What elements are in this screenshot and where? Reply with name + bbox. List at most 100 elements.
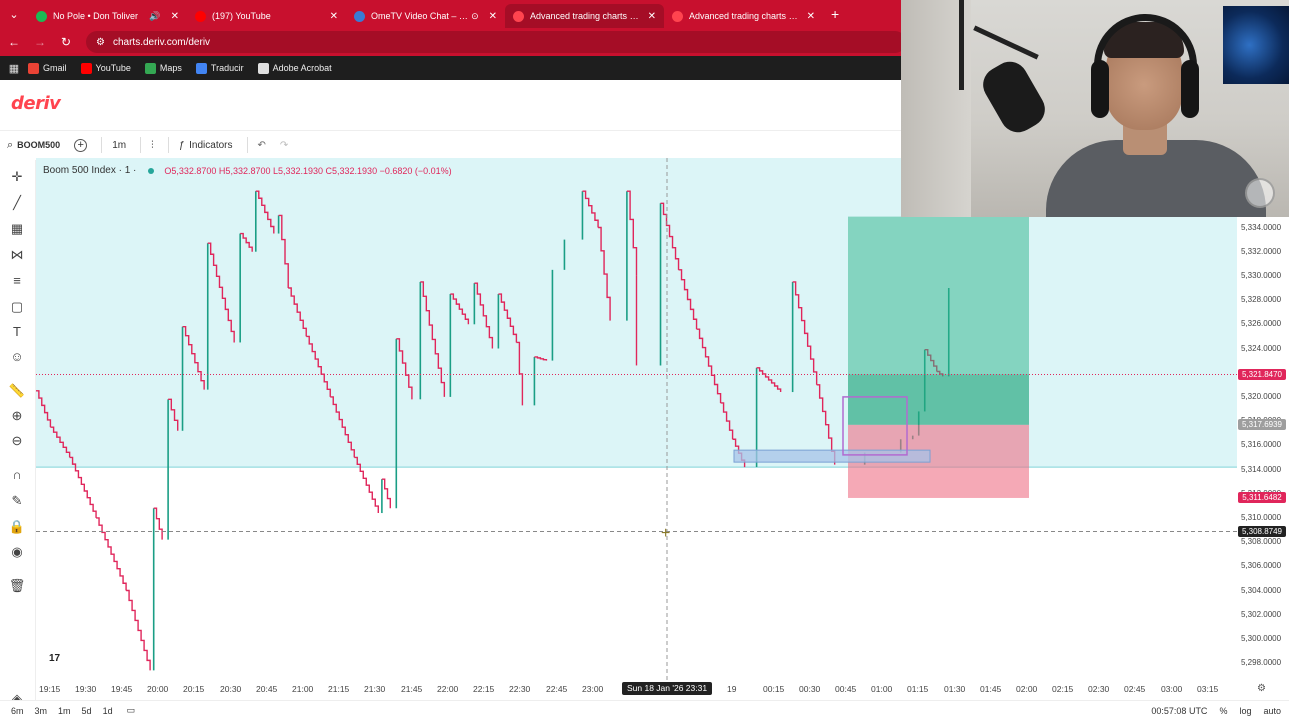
scale-option[interactable]: log — [1239, 706, 1251, 716]
lock-icon[interactable]: 🔒 — [8, 518, 26, 536]
time-tick-label: 21:00 — [292, 684, 314, 694]
price-tick-label: 5,328.0000 — [1241, 295, 1282, 305]
crosshair-tool-icon[interactable]: ✛ — [8, 168, 26, 186]
price-tick-label: 5,306.0000 — [1241, 561, 1282, 571]
time-tick-label: 23:00 — [582, 684, 604, 694]
time-tick-label: 21:15 — [328, 684, 350, 694]
price-tick-label: 5,302.0000 — [1241, 609, 1282, 619]
price-tick-label: 5,316.0000 — [1241, 440, 1282, 450]
headphone-right — [1181, 60, 1199, 118]
webcam-badge-icon — [1245, 178, 1275, 208]
time-tick-label: 03:15 — [1197, 684, 1219, 694]
time-tick-label: 02:30 — [1088, 684, 1110, 694]
price-axis[interactable]: 5,334.0000 5,332.0000 5,330.0000 5,328.0000… — [1237, 218, 1289, 678]
clock-label: 00:57:08 UTC — [1151, 705, 1208, 716]
forecast-tool-icon[interactable]: ≡ — [8, 272, 26, 290]
crosshair-cursor-icon: + — [661, 525, 670, 542]
crosshair-time-badge: Sun 18 Jan '26 23:31 — [622, 682, 713, 695]
price-tick-label: 5,324.0000 — [1241, 343, 1282, 353]
zoom-in-icon[interactable]: ⊕ — [8, 407, 26, 425]
webcam-microphone — [976, 55, 1052, 139]
tradingview-logo-icon: 17 — [49, 653, 61, 664]
pattern-tool-icon[interactable]: ⋈ — [8, 246, 26, 264]
time-tick-label: 20:00 — [147, 684, 169, 694]
ruler-tool-icon[interactable]: 📏 — [8, 382, 26, 400]
headphone-left — [1091, 60, 1109, 118]
time-tick-label: 00:45 — [835, 684, 857, 694]
drawing-toolbar: ✛ ╱ ▦ ⋈ ≡ ▢ T ☺ 📏 ⊕ ⊖ ∩ ✎ 🔒 ◉ 🗑 ◈ — [0, 160, 36, 706]
timeframe-button[interactable]: 1d — [103, 706, 113, 716]
time-tick-label: 00:30 — [799, 684, 821, 694]
time-tick-label: 21:30 — [364, 684, 386, 694]
time-tick-label: 22:45 — [546, 684, 568, 694]
time-tick-label: 19:30 — [75, 684, 97, 694]
price-tick-label: 5,314.0000 — [1241, 464, 1282, 474]
time-tick-label: 02:00 — [1016, 684, 1038, 694]
time-tick-label: 02:15 — [1052, 684, 1074, 694]
time-tick-label: 20:45 — [256, 684, 278, 694]
trash-icon[interactable]: 🗑 — [8, 577, 26, 595]
price-tick-label: 5,298.0000 — [1241, 658, 1282, 668]
price-tick-label: 5,310.0000 — [1241, 512, 1282, 522]
chart-legend: Boom 500 Index · 1 · O5,332.8700 H5,332.… — [43, 165, 452, 176]
timeframe-button[interactable]: 1m — [58, 706, 71, 716]
timeframe-button[interactable]: 3m — [35, 706, 48, 716]
emoji-tool-icon[interactable]: ☺ — [8, 348, 26, 366]
status-bar: 6m 3m 1m 5d 1d ▭ 00:57:08 UTC % log auto — [0, 700, 1289, 720]
date-range-icon[interactable]: ▭ — [127, 705, 136, 716]
time-tick-label: 01:45 — [980, 684, 1002, 694]
time-tick-label: 22:15 — [473, 684, 495, 694]
price-tick-label: 5,326.0000 — [1241, 319, 1282, 329]
time-tick-label: 03:00 — [1161, 684, 1183, 694]
webcam-mic-arm — [973, 25, 1039, 60]
price-tick-label: 5,300.0000 — [1241, 633, 1282, 643]
price-badge: 5,308.8749 — [1238, 526, 1286, 537]
timeframe-button[interactable]: 6m — [11, 706, 24, 716]
time-tick-label: 19:15 — [39, 684, 61, 694]
axis-settings-icon[interactable]: ⚙ — [1257, 683, 1266, 694]
support-rectangle[interactable] — [733, 449, 931, 463]
price-tick-label: 5,330.0000 — [1241, 270, 1282, 280]
decline-segment — [381, 478, 391, 509]
time-tick-label: 19:45 — [111, 684, 133, 694]
price-badge: 5,311.6482 — [1238, 492, 1286, 504]
time-tick-label: 22:30 — [509, 684, 531, 694]
legend-symbol: Boom 500 Index · 1 · — [43, 165, 137, 176]
timeframe-button[interactable]: 5d — [82, 706, 92, 716]
time-tick-label: 02:45 — [1124, 684, 1146, 694]
price-badge: 5,317.6939 — [1238, 419, 1286, 431]
text-tool-icon[interactable]: T — [8, 323, 26, 341]
price-tick-label: 5,304.0000 — [1241, 585, 1282, 595]
time-tick-label: 01:30 — [944, 684, 966, 694]
scale-option[interactable]: % — [1219, 706, 1227, 716]
visibility-icon[interactable]: ◉ — [8, 543, 26, 561]
current-pnl-zone — [848, 374, 1029, 425]
price-badge: 5,321.8470 — [1238, 369, 1286, 381]
price-tick-label: 5,320.0000 — [1241, 391, 1282, 401]
magnet-icon[interactable]: ∩ — [8, 466, 26, 484]
market-open-indicator — [148, 167, 155, 174]
time-tick-label: 01:00 — [871, 684, 893, 694]
pencil-lock-icon[interactable]: ✎ — [8, 492, 26, 510]
time-tick-label: 01:15 — [907, 684, 929, 694]
price-tick-label: 5,332.0000 — [1241, 246, 1282, 256]
trend-line-tool-icon[interactable]: ╱ — [8, 194, 26, 212]
decline-segment — [96, 517, 127, 591]
time-tick-label: 20:15 — [183, 684, 205, 694]
webcam-mic-stand — [959, 0, 964, 90]
legend-ohlc: O5,332.8700 H5,332.8700 L5,332.1930 C5,3… — [164, 165, 452, 176]
time-tick-label: 22:00 — [437, 684, 459, 694]
webcam-overlay — [901, 0, 1289, 217]
shape-tool-icon[interactable]: ▢ — [8, 298, 26, 316]
time-tick-label: 00:15 — [763, 684, 785, 694]
decline-segment — [153, 507, 163, 540]
time-tick-label: 20:30 — [220, 684, 242, 694]
time-tick-label: 19 — [727, 684, 737, 694]
time-tick-label: 21:45 — [401, 684, 423, 694]
fib-tool-icon[interactable]: ▦ — [8, 220, 26, 238]
scale-option[interactable]: auto — [1263, 706, 1281, 716]
price-tick-label: 5,308.0000 — [1241, 537, 1282, 547]
price-tick-label: 5,334.0000 — [1241, 222, 1282, 232]
zoom-out-icon[interactable]: ⊖ — [8, 432, 26, 450]
decline-segment — [126, 589, 151, 671]
